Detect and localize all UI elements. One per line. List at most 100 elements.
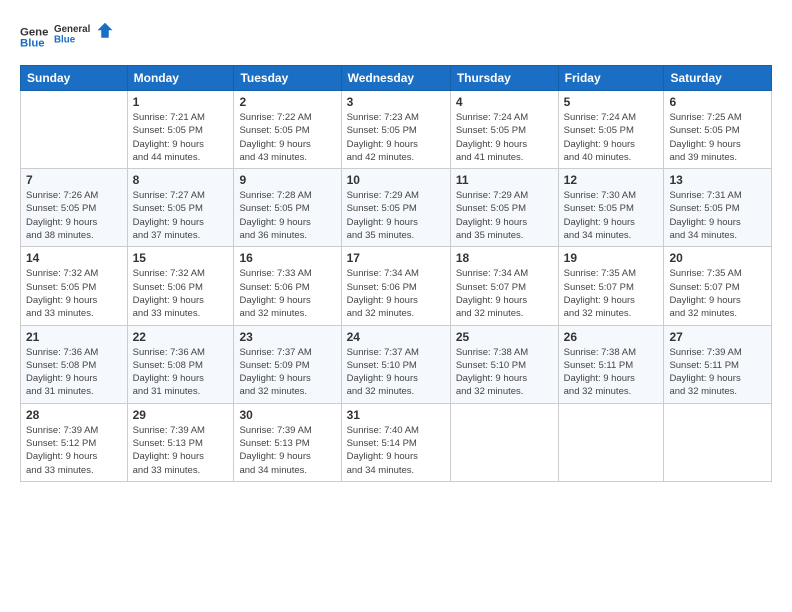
calendar-cell: 28 Sunrise: 7:39 AMSunset: 5:12 PMDayligh…: [21, 403, 128, 481]
calendar-cell: 14 Sunrise: 7:32 AMSunset: 5:05 PMDayligh…: [21, 247, 128, 325]
day-info: Sunrise: 7:28 AMSunset: 5:05 PMDaylight:…: [239, 189, 335, 242]
day-info: Sunrise: 7:38 AMSunset: 5:10 PMDaylight:…: [456, 346, 553, 399]
day-number: 14: [26, 251, 122, 265]
svg-text:Blue: Blue: [54, 34, 76, 45]
day-info: Sunrise: 7:29 AMSunset: 5:05 PMDaylight:…: [456, 189, 553, 242]
day-number: 3: [347, 95, 445, 109]
calendar-cell: [664, 403, 772, 481]
day-number: 21: [26, 330, 122, 344]
day-number: 30: [239, 408, 335, 422]
weekday-header: Monday: [127, 66, 234, 91]
logo-icon: General Blue: [20, 23, 48, 51]
calendar-cell: 7 Sunrise: 7:26 AMSunset: 5:05 PMDaylight…: [21, 169, 128, 247]
calendar-cell: 16 Sunrise: 7:33 AMSunset: 5:06 PMDayligh…: [234, 247, 341, 325]
day-number: 6: [669, 95, 766, 109]
day-number: 15: [133, 251, 229, 265]
day-info: Sunrise: 7:26 AMSunset: 5:05 PMDaylight:…: [26, 189, 122, 242]
day-info: Sunrise: 7:37 AMSunset: 5:09 PMDaylight:…: [239, 346, 335, 399]
calendar-cell: 15 Sunrise: 7:32 AMSunset: 5:06 PMDayligh…: [127, 247, 234, 325]
calendar-cell: 31 Sunrise: 7:40 AMSunset: 5:14 PMDayligh…: [341, 403, 450, 481]
calendar-cell: [450, 403, 558, 481]
calendar-cell: 11 Sunrise: 7:29 AMSunset: 5:05 PMDayligh…: [450, 169, 558, 247]
day-info: Sunrise: 7:24 AMSunset: 5:05 PMDaylight:…: [456, 111, 553, 164]
calendar-cell: 2Sunrise: 7:22 AMSunset: 5:05 PMDaylight…: [234, 91, 341, 169]
day-number: 20: [669, 251, 766, 265]
day-number: 17: [347, 251, 445, 265]
day-number: 31: [347, 408, 445, 422]
weekday-header: Saturday: [664, 66, 772, 91]
calendar-cell: 20 Sunrise: 7:35 AMSunset: 5:07 PMDayligh…: [664, 247, 772, 325]
day-number: 4: [456, 95, 553, 109]
day-number: 11: [456, 173, 553, 187]
day-number: 26: [564, 330, 659, 344]
day-info: Sunrise: 7:35 AMSunset: 5:07 PMDaylight:…: [564, 267, 659, 320]
calendar-cell: 25 Sunrise: 7:38 AMSunset: 5:10 PMDayligh…: [450, 325, 558, 403]
day-number: 16: [239, 251, 335, 265]
calendar-cell: 24 Sunrise: 7:37 AMSunset: 5:10 PMDayligh…: [341, 325, 450, 403]
calendar-cell: 21 Sunrise: 7:36 AMSunset: 5:08 PMDayligh…: [21, 325, 128, 403]
calendar-cell: 3 Sunrise: 7:23 AMSunset: 5:05 PMDaylight…: [341, 91, 450, 169]
day-info: Sunrise: 7:32 AMSunset: 5:06 PMDaylight:…: [133, 267, 229, 320]
day-number: 19: [564, 251, 659, 265]
calendar-cell: 17 Sunrise: 7:34 AMSunset: 5:06 PMDayligh…: [341, 247, 450, 325]
day-info: Sunrise: 7:36 AMSunset: 5:08 PMDaylight:…: [26, 346, 122, 399]
logo: General Blue General Blue: [20, 18, 114, 55]
header: General Blue General Blue: [20, 18, 772, 55]
day-number: 7: [26, 173, 122, 187]
calendar-table: SundayMondayTuesdayWednesdayThursdayFrid…: [20, 65, 772, 482]
day-info: Sunrise: 7:25 AMSunset: 5:05 PMDaylight:…: [669, 111, 766, 164]
day-info: Sunrise: 7:35 AMSunset: 5:07 PMDaylight:…: [669, 267, 766, 320]
svg-text:Blue: Blue: [20, 37, 45, 49]
calendar-cell: 18Sunrise: 7:34 AMSunset: 5:07 PMDayligh…: [450, 247, 558, 325]
day-info: Sunrise: 7:22 AMSunset: 5:05 PMDaylight:…: [239, 111, 335, 164]
day-info: Sunrise: 7:39 AMSunset: 5:13 PMDaylight:…: [133, 424, 229, 477]
calendar-cell: 6 Sunrise: 7:25 AMSunset: 5:05 PMDaylight…: [664, 91, 772, 169]
calendar-cell: 19 Sunrise: 7:35 AMSunset: 5:07 PMDayligh…: [558, 247, 664, 325]
calendar-cell: 22Sunrise: 7:36 AMSunset: 5:08 PMDayligh…: [127, 325, 234, 403]
calendar-cell: 9 Sunrise: 7:28 AMSunset: 5:05 PMDaylight…: [234, 169, 341, 247]
weekday-header: Friday: [558, 66, 664, 91]
day-info: Sunrise: 7:33 AMSunset: 5:06 PMDaylight:…: [239, 267, 335, 320]
weekday-header: Sunday: [21, 66, 128, 91]
day-number: 24: [347, 330, 445, 344]
svg-text:General: General: [54, 24, 91, 35]
day-number: 1: [133, 95, 229, 109]
svg-text:General: General: [20, 26, 48, 38]
day-number: 13: [669, 173, 766, 187]
day-info: Sunrise: 7:34 AMSunset: 5:06 PMDaylight:…: [347, 267, 445, 320]
calendar-cell: 26Sunrise: 7:38 AMSunset: 5:11 PMDayligh…: [558, 325, 664, 403]
calendar-cell: 10Sunrise: 7:29 AMSunset: 5:05 PMDayligh…: [341, 169, 450, 247]
calendar-cell: [558, 403, 664, 481]
day-info: Sunrise: 7:39 AMSunset: 5:12 PMDaylight:…: [26, 424, 122, 477]
day-info: Sunrise: 7:32 AMSunset: 5:05 PMDaylight:…: [26, 267, 122, 320]
day-info: Sunrise: 7:31 AMSunset: 5:05 PMDaylight:…: [669, 189, 766, 242]
day-info: Sunrise: 7:39 AMSunset: 5:11 PMDaylight:…: [669, 346, 766, 399]
day-info: Sunrise: 7:27 AMSunset: 5:05 PMDaylight:…: [133, 189, 229, 242]
day-info: Sunrise: 7:21 AMSunset: 5:05 PMDaylight:…: [133, 111, 229, 164]
day-info: Sunrise: 7:37 AMSunset: 5:10 PMDaylight:…: [347, 346, 445, 399]
day-info: Sunrise: 7:36 AMSunset: 5:08 PMDaylight:…: [133, 346, 229, 399]
calendar-cell: 29 Sunrise: 7:39 AMSunset: 5:13 PMDayligh…: [127, 403, 234, 481]
day-number: 8: [133, 173, 229, 187]
calendar-cell: 27Sunrise: 7:39 AMSunset: 5:11 PMDayligh…: [664, 325, 772, 403]
day-number: 12: [564, 173, 659, 187]
calendar-cell: 12 Sunrise: 7:30 AMSunset: 5:05 PMDayligh…: [558, 169, 664, 247]
day-number: 10: [347, 173, 445, 187]
day-number: 28: [26, 408, 122, 422]
calendar-cell: 23 Sunrise: 7:37 AMSunset: 5:09 PMDayligh…: [234, 325, 341, 403]
page: General Blue General Blue SundayMondayTu…: [0, 0, 792, 612]
day-number: 29: [133, 408, 229, 422]
day-number: 25: [456, 330, 553, 344]
day-info: Sunrise: 7:30 AMSunset: 5:05 PMDaylight:…: [564, 189, 659, 242]
day-number: 23: [239, 330, 335, 344]
calendar-cell: 8 Sunrise: 7:27 AMSunset: 5:05 PMDaylight…: [127, 169, 234, 247]
logo-svg: General Blue: [54, 18, 114, 50]
day-info: Sunrise: 7:23 AMSunset: 5:05 PMDaylight:…: [347, 111, 445, 164]
day-number: 9: [239, 173, 335, 187]
calendar-cell: 5Sunrise: 7:24 AMSunset: 5:05 PMDaylight…: [558, 91, 664, 169]
weekday-header: Tuesday: [234, 66, 341, 91]
day-info: Sunrise: 7:40 AMSunset: 5:14 PMDaylight:…: [347, 424, 445, 477]
calendar-cell: 1 Sunrise: 7:21 AMSunset: 5:05 PMDaylight…: [127, 91, 234, 169]
day-info: Sunrise: 7:24 AMSunset: 5:05 PMDaylight:…: [564, 111, 659, 164]
calendar-cell: [21, 91, 128, 169]
